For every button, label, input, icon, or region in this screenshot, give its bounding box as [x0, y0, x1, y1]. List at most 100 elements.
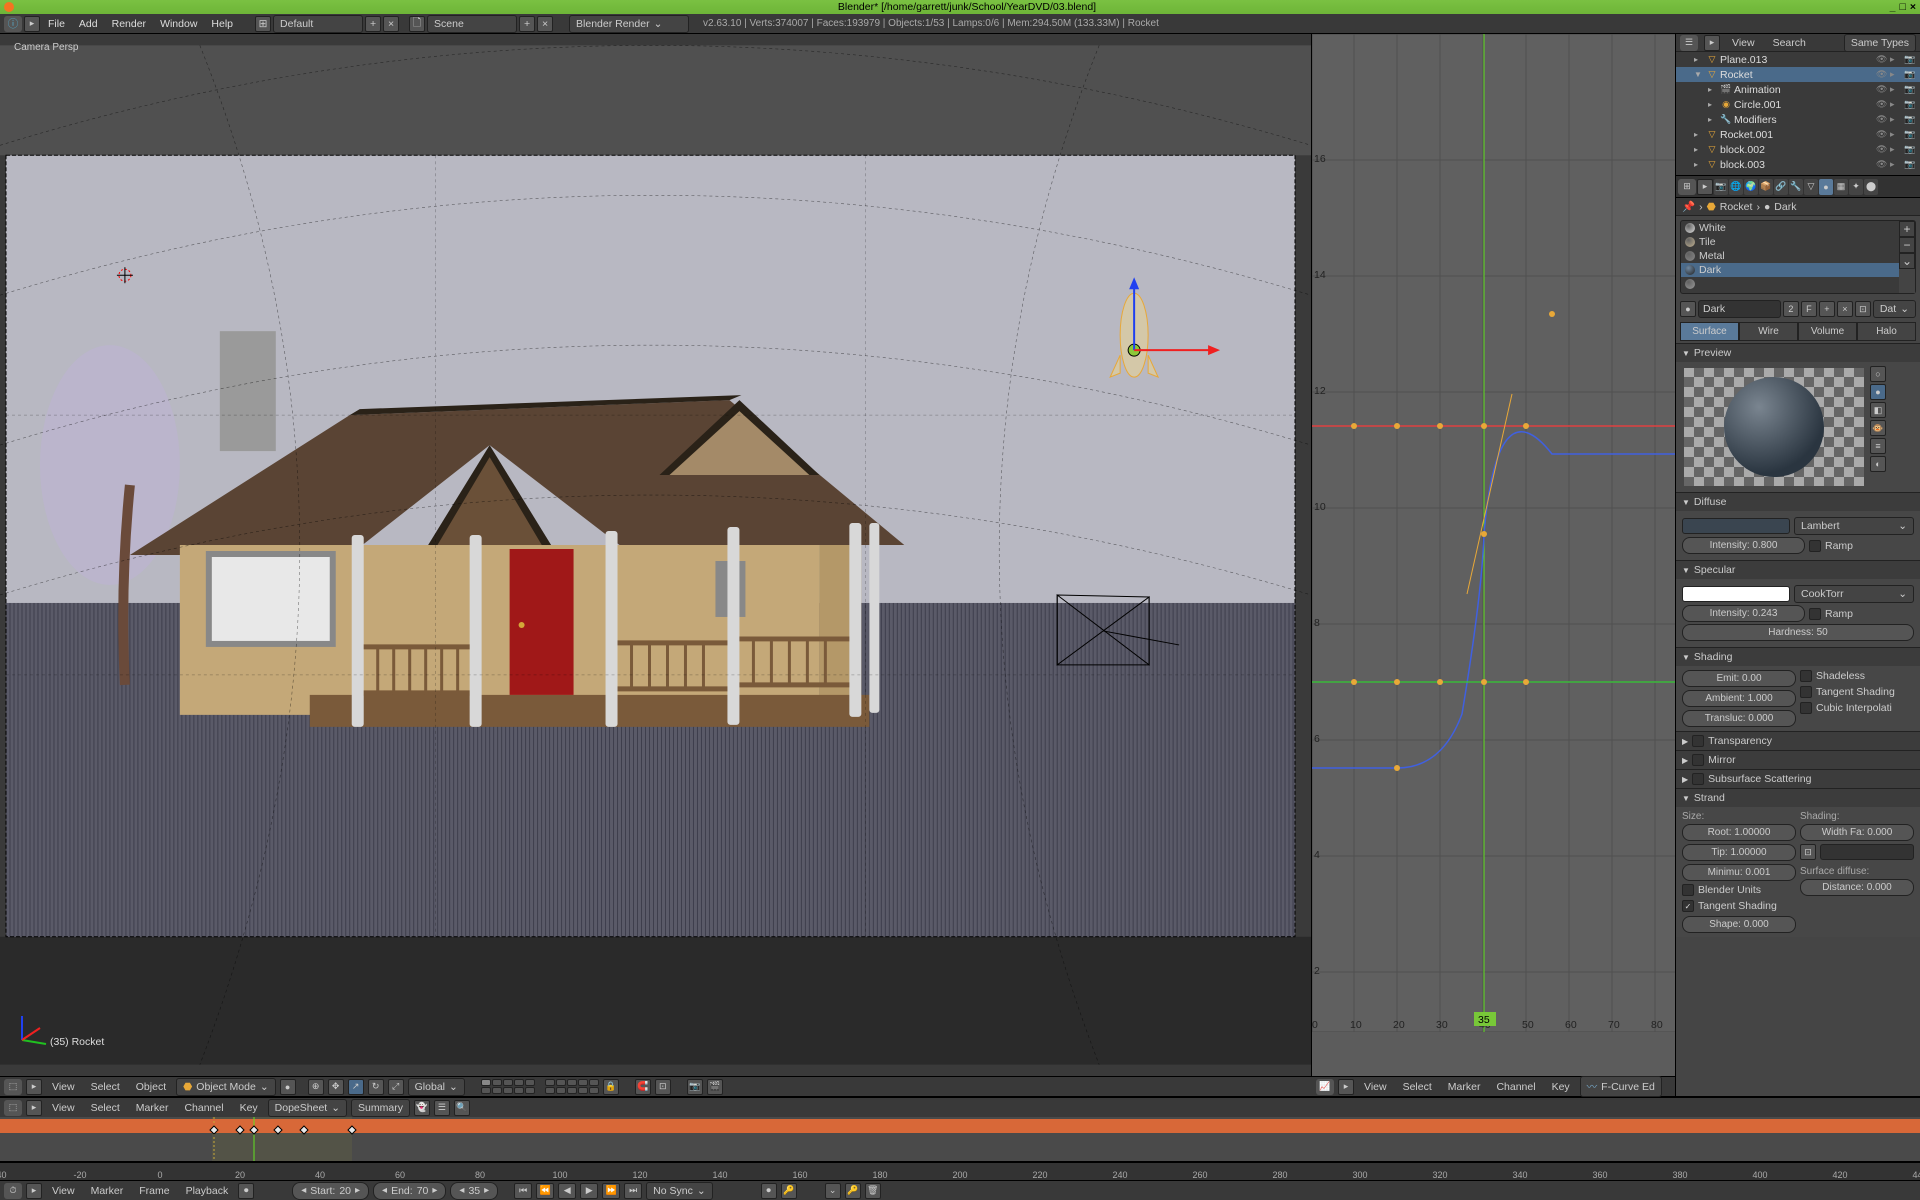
menu-window[interactable]: Window: [154, 16, 203, 32]
shape-field[interactable]: Shape: 0.000: [1682, 916, 1796, 933]
shadeless-checkbox[interactable]: [1800, 670, 1812, 682]
layout-remove-button[interactable]: ×: [383, 16, 399, 32]
select-menu[interactable]: Select: [85, 1079, 126, 1095]
panel-mirror-header[interactable]: ▶Mirror: [1676, 750, 1920, 769]
tl-frame-menu[interactable]: Frame: [133, 1183, 175, 1199]
specular-intensity[interactable]: Intensity: 0.243: [1682, 605, 1805, 622]
menu-help[interactable]: Help: [205, 16, 239, 32]
breadcrumb-material[interactable]: Dark: [1774, 201, 1796, 213]
outliner-item[interactable]: ▸🔧Modifiers👁▸📷: [1676, 112, 1920, 127]
graph-mode-dropdown[interactable]: 〰F-Curve Ed: [1580, 1076, 1662, 1097]
type-wire[interactable]: Wire: [1739, 322, 1798, 341]
scene-browse-icon[interactable]: 🗋: [409, 16, 425, 32]
translucency-field[interactable]: Transluc: 0.000: [1682, 710, 1796, 727]
type-halo[interactable]: Halo: [1857, 322, 1916, 341]
panel-transparency-header[interactable]: ▶Transparency: [1676, 731, 1920, 750]
collapse-icon[interactable]: ▸: [26, 1100, 42, 1116]
dope-select-menu[interactable]: Select: [85, 1100, 126, 1116]
preview-monkey-icon[interactable]: 🐵: [1870, 420, 1886, 436]
mirror-checkbox[interactable]: [1692, 754, 1704, 766]
filter-icon-1[interactable]: 👻: [414, 1100, 430, 1116]
keyframe-next-button[interactable]: ⏩: [602, 1183, 620, 1199]
graph-select-menu[interactable]: Select: [1397, 1079, 1438, 1095]
outliner-item[interactable]: ▸▽block.003👁▸📷: [1676, 157, 1920, 172]
graph-key-menu[interactable]: Key: [1546, 1079, 1576, 1095]
dope-marker-menu[interactable]: Marker: [130, 1100, 175, 1116]
object-menu[interactable]: Object: [130, 1079, 172, 1095]
type-surface[interactable]: Surface: [1680, 322, 1739, 341]
end-frame-field[interactable]: ◂ End: 70 ▸: [373, 1182, 446, 1200]
jump-end-button[interactable]: ⏭: [624, 1183, 642, 1199]
editor-type-3dview-icon[interactable]: ⬚: [4, 1079, 22, 1095]
graph-channel-menu[interactable]: Channel: [1490, 1079, 1541, 1095]
render-engine-dropdown[interactable]: Blender Render⌄: [569, 15, 689, 33]
specular-shader-dropdown[interactable]: CookTorr⌄: [1794, 585, 1914, 603]
graph-editor[interactable]: 01020304050607080 246810121416 35: [1312, 34, 1675, 1076]
material-slot[interactable]: Metal: [1681, 249, 1899, 263]
collapse-icon[interactable]: ▸: [1338, 1079, 1354, 1095]
outliner-item[interactable]: ▼▽Rocket👁▸📷: [1676, 67, 1920, 82]
link-dropdown[interactable]: Dat⌄: [1873, 300, 1916, 318]
tab-modifiers[interactable]: 🔧: [1789, 179, 1803, 195]
nodes-toggle[interactable]: ⊡: [1855, 301, 1871, 317]
manipulator-toggle[interactable]: ✥: [328, 1079, 344, 1095]
outliner-item[interactable]: ▸▽block.002👁▸📷: [1676, 142, 1920, 157]
material-slot[interactable]: White: [1681, 221, 1899, 235]
material-slot[interactable]: Tile: [1681, 235, 1899, 249]
breadcrumb-object[interactable]: Rocket: [1720, 201, 1753, 213]
panel-strand-header[interactable]: ▼Strand: [1676, 788, 1920, 807]
orientation-dropdown[interactable]: Global⌄: [408, 1078, 465, 1096]
editor-type-props-icon[interactable]: ⊞: [1678, 179, 1696, 195]
rotate-manip-icon[interactable]: ↻: [368, 1079, 384, 1095]
auto-keyframe-icon[interactable]: ⏺: [238, 1183, 254, 1199]
specular-ramp-checkbox[interactable]: [1809, 608, 1821, 620]
delete-key-button[interactable]: 🗑: [865, 1183, 881, 1199]
ambient-field[interactable]: Ambient: 1.000: [1682, 690, 1796, 707]
maximize-button[interactable]: □: [1900, 1, 1906, 13]
collapse-icon[interactable]: ▸: [1704, 35, 1720, 51]
editor-type-dopesheet-icon[interactable]: ⬚: [4, 1100, 22, 1116]
dope-view-menu[interactable]: View: [46, 1100, 81, 1116]
diffuse-shader-dropdown[interactable]: Lambert⌄: [1794, 517, 1914, 535]
lock-camera-icon[interactable]: 🔒: [603, 1079, 619, 1095]
tab-material[interactable]: ●: [1819, 179, 1833, 195]
tab-physics[interactable]: ⬤: [1864, 179, 1878, 195]
material-add-button[interactable]: +: [1899, 221, 1915, 237]
panel-shading-header[interactable]: ▼Shading: [1676, 647, 1920, 666]
graph-marker-menu[interactable]: Marker: [1442, 1079, 1487, 1095]
insert-key-button[interactable]: 🔑: [845, 1183, 861, 1199]
material-unlink-button[interactable]: ×: [1837, 301, 1853, 317]
3d-viewport[interactable]: Camera Persp: [0, 34, 1312, 1076]
material-slot[interactable]: [1681, 277, 1899, 291]
specular-hardness[interactable]: Hardness: 50: [1682, 624, 1914, 641]
collapse-icon[interactable]: ▸: [1697, 179, 1713, 195]
view-menu[interactable]: View: [46, 1079, 81, 1095]
outliner-item[interactable]: ▸◉Circle.001👁▸📷: [1676, 97, 1920, 112]
dope-mode-dropdown[interactable]: DopeSheet⌄: [268, 1099, 347, 1117]
pivot-icon[interactable]: ⊕: [308, 1079, 324, 1095]
play-reverse-button[interactable]: ◀: [558, 1183, 576, 1199]
uv-layer-field[interactable]: [1820, 844, 1914, 860]
current-frame-field[interactable]: ◂ 35 ▸: [450, 1182, 498, 1200]
panel-sss-header[interactable]: ▶Subsurface Scattering: [1676, 769, 1920, 788]
screen-layout-dropdown[interactable]: Default: [273, 15, 363, 33]
scale-manip-icon[interactable]: ⤢: [388, 1079, 404, 1095]
root-field[interactable]: Root: 1.00000: [1682, 824, 1796, 841]
scene-remove-button[interactable]: ×: [537, 16, 553, 32]
minimize-button[interactable]: _: [1890, 1, 1896, 13]
material-slot[interactable]: Dark: [1681, 263, 1899, 277]
blender-units-checkbox[interactable]: [1682, 884, 1694, 896]
outliner-item[interactable]: ▸▽Plane.013👁▸📷: [1676, 52, 1920, 67]
tab-world[interactable]: 🌍: [1744, 179, 1758, 195]
material-new-button[interactable]: +: [1819, 301, 1835, 317]
dope-summary-toggle[interactable]: Summary: [351, 1099, 410, 1117]
tab-render[interactable]: 📷: [1714, 179, 1728, 195]
outliner-item[interactable]: ▸▽Rocket.001👁▸📷: [1676, 127, 1920, 142]
collapse-icon[interactable]: ▸: [26, 1079, 42, 1095]
panel-preview-header[interactable]: ▼Preview: [1676, 343, 1920, 362]
snap-toggle[interactable]: 🧲: [635, 1079, 651, 1095]
tab-data[interactable]: ▽: [1804, 179, 1818, 195]
strand-tangent-checkbox[interactable]: [1682, 900, 1694, 912]
material-browse-icon[interactable]: ●: [1680, 301, 1696, 317]
collapse-icon[interactable]: ▸: [26, 1183, 42, 1199]
